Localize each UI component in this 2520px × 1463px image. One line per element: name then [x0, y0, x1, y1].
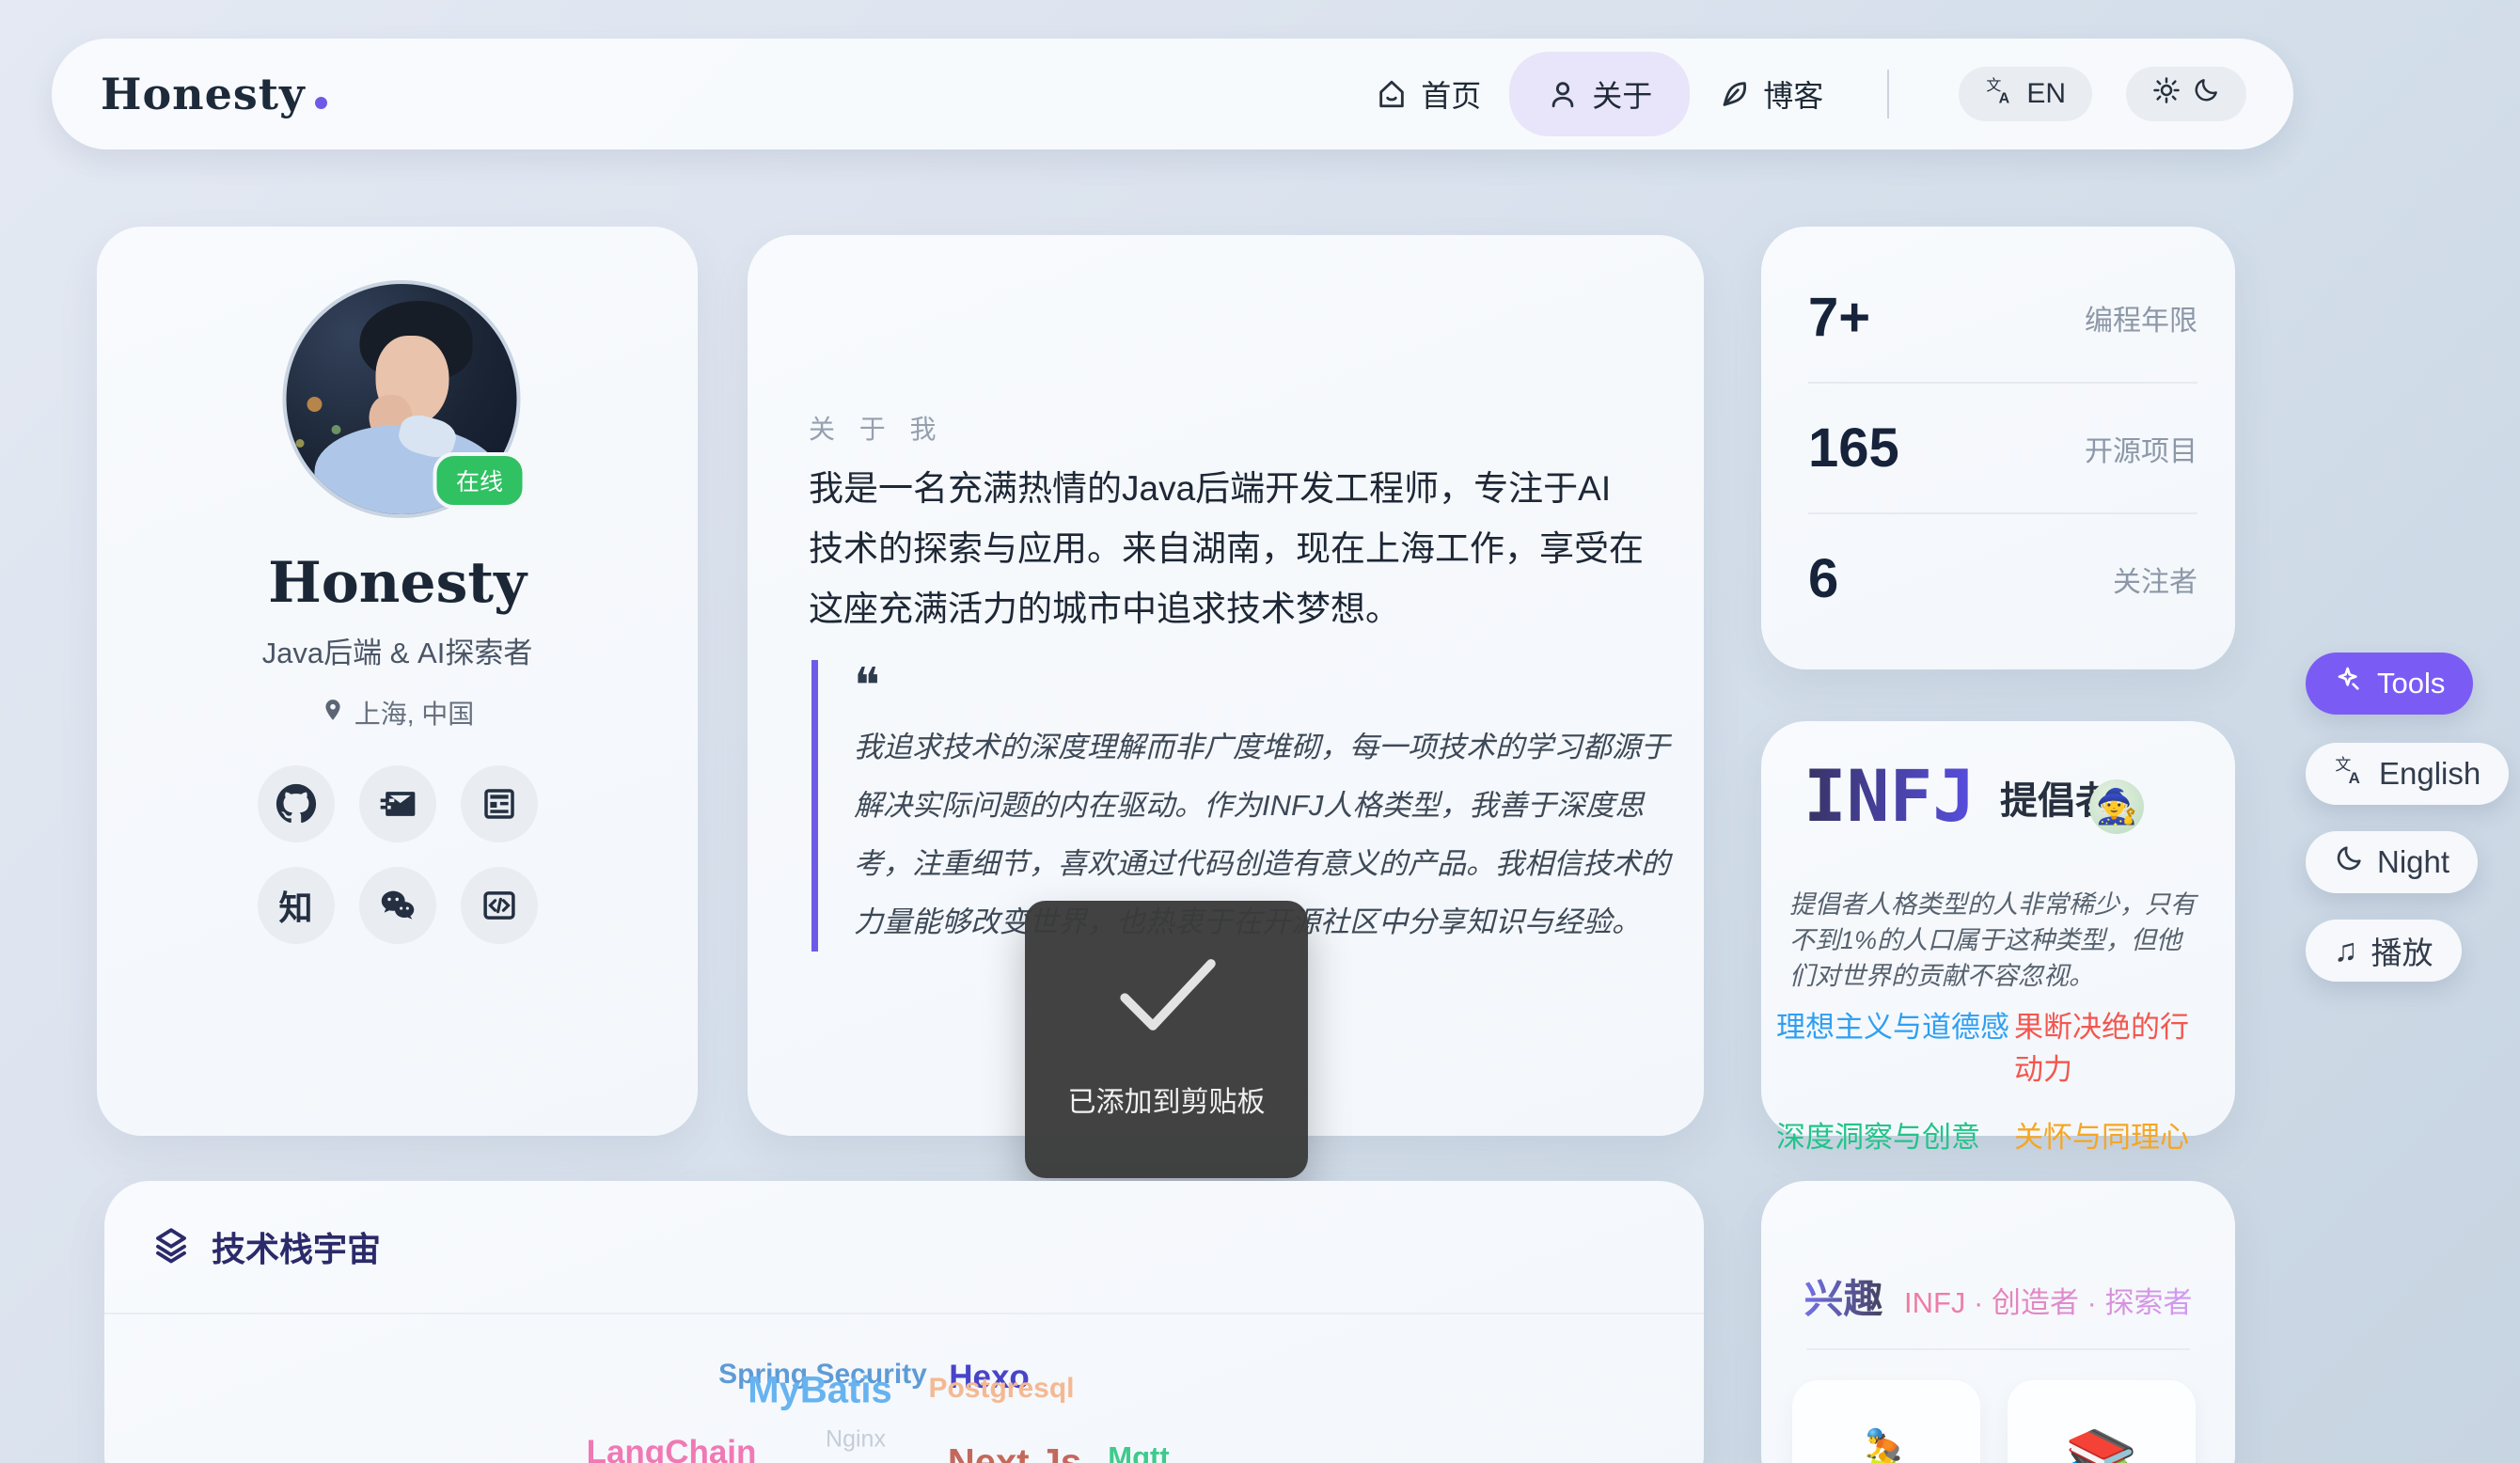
cycling-emoji: 🚴 [1850, 1426, 1922, 1463]
about-heading: 关 于 我 [809, 409, 945, 447]
divider [1806, 1348, 2190, 1350]
mbti-description: 提倡者人格类型的人非常稀少，只有不到1%的人口属于这种类型，但他们对世界的贡献不… [1789, 887, 2201, 994]
nav-divider [1887, 70, 1889, 118]
nav-item-blog[interactable]: 博客 [1690, 54, 1851, 134]
interests-header: 兴趣 INFJ · 创造者 · 探索者 [1761, 1267, 2235, 1325]
profile-name: Honesty [97, 550, 698, 616]
check-icon [1105, 950, 1229, 1040]
stat-label: 关注者 [2113, 558, 2197, 600]
profile-location: 上海, 中国 [97, 694, 698, 732]
sun-icon [2152, 76, 2181, 112]
night-button[interactable]: Night [2306, 831, 2478, 893]
social-links: 知 [258, 765, 538, 944]
stat-label: 开源项目 [2085, 428, 2197, 469]
trait-decisive: 果断决绝的行动力 [2014, 1003, 2209, 1088]
about-paragraph: 我是一名充满热情的Java后端开发工程师，专注于AI技术的探索与应用。来自湖南，… [809, 459, 1646, 639]
github-icon[interactable] [258, 765, 335, 842]
books-emoji: 📚 [2065, 1426, 2137, 1463]
site-logo[interactable]: Honesty [101, 69, 327, 119]
tech-stack-title: 技术栈宇宙 [212, 1222, 381, 1271]
cloud-word[interactable]: Nginx [826, 1426, 886, 1454]
toast-message: 已添加到剪贴板 [1025, 1078, 1308, 1120]
profile-card: 在线 Honesty Java后端 & AI探索者 上海, 中国 知 [97, 227, 698, 1136]
page: Honesty 首页 关于 博客 文A EN [0, 0, 2520, 1463]
status-badge: 在线 [433, 452, 526, 509]
cloud-word[interactable]: LangChain [587, 1434, 757, 1463]
navbar: Honesty 首页 关于 博客 文A EN [52, 39, 2293, 149]
user-icon [1547, 78, 1579, 110]
theme-toggle[interactable] [2126, 67, 2246, 121]
translate-icon: 文A [2334, 754, 2366, 794]
stat-label: 编程年限 [2085, 297, 2197, 338]
stat-row-followers: 6 关注者 [1808, 514, 2197, 643]
nav-menu: 首页 关于 博客 文A EN [1347, 52, 2246, 136]
logo-dot-icon [315, 97, 327, 109]
zhihu-icon[interactable]: 知 [258, 867, 335, 944]
mbti-header: INFJ 提倡者 [1803, 766, 2113, 826]
trait-list: 理想主义与道德感 果断决绝的行动力 深度洞察与创意 关怀与同理心 [1776, 1003, 2209, 1156]
tech-stack-card: 技术栈宇宙 Spring Security MyBatis Hexo Postg… [104, 1181, 1704, 1463]
nav-item-home[interactable]: 首页 [1347, 54, 1509, 134]
trait-idealism: 理想主义与道德感 [1776, 1003, 2014, 1088]
svg-text:A: A [2349, 769, 2360, 786]
stat-value: 7+ [1808, 286, 1870, 349]
books-tile[interactable]: 📚 [2008, 1380, 2196, 1463]
location-pin-icon [321, 698, 345, 729]
interests-card: 兴趣 INFJ · 创造者 · 探索者 🚴 📚 [1761, 1181, 2235, 1463]
stats-card: 7+ 编程年限 165 开源项目 6 关注者 [1761, 227, 2235, 669]
mbti-type: INFJ [1803, 766, 1976, 826]
tools-button[interactable]: Tools [2306, 653, 2473, 715]
nav-item-about[interactable]: 关于 [1509, 52, 1690, 136]
language-toggle[interactable]: 文A EN [1959, 67, 2092, 121]
feather-icon [1718, 78, 1750, 110]
cloud-word[interactable]: MyBatis [748, 1370, 891, 1412]
moon-icon [2192, 76, 2220, 112]
interests-subtitle: INFJ · 创造者 · 探索者 [1904, 1286, 2193, 1319]
wechat-icon[interactable] [359, 867, 436, 944]
quote-mark: ❝ [854, 668, 1681, 705]
cycling-tile[interactable]: 🚴 [1792, 1380, 1980, 1463]
english-button[interactable]: 文A English [2306, 743, 2509, 805]
trait-empathy: 关怀与同理心 [2014, 1113, 2209, 1156]
mbti-card: INFJ 提倡者 🧙 提倡者人格类型的人非常稀少，只有不到1%的人口属于这种类型… [1761, 721, 2235, 1136]
svg-text:A: A [1999, 90, 2010, 105]
email-icon[interactable] [359, 765, 436, 842]
profile-role: Java后端 & AI探索者 [97, 629, 698, 671]
wizard-avatar: 🧙 [2089, 779, 2144, 834]
avatar-wrap: 在线 [282, 280, 512, 511]
cloud-word[interactable]: Mqtt [1108, 1440, 1169, 1463]
blog-icon[interactable] [461, 765, 538, 842]
stat-row-open-source: 165 开源项目 [1808, 384, 2197, 512]
cloud-word[interactable]: Postgresql [928, 1373, 1074, 1405]
music-note-icon: ♫ [2334, 935, 2358, 967]
layers-icon [151, 1225, 191, 1269]
clipboard-toast: 已添加到剪贴板 [1025, 901, 1308, 1178]
stat-value: 6 [1808, 547, 1838, 610]
stat-row-coding-years: 7+ 编程年限 [1808, 253, 2197, 382]
code-icon[interactable] [461, 867, 538, 944]
home-icon [1376, 78, 1408, 110]
sparkle-icon [2334, 665, 2364, 702]
tech-stack-header: 技术栈宇宙 [151, 1222, 381, 1271]
interests-title: 兴趣 [1803, 1277, 1882, 1321]
translate-icon: 文A [1985, 75, 2015, 113]
stat-value: 165 [1808, 417, 1899, 480]
moon-icon [2334, 843, 2364, 881]
tech-word-cloud: Spring Security MyBatis Hexo Postgresql … [104, 1313, 1704, 1463]
cloud-word[interactable]: Next.Js [948, 1442, 1081, 1463]
trait-insight: 深度洞察与创意 [1776, 1113, 2014, 1156]
play-music-button[interactable]: ♫ 播放 [2306, 920, 2462, 982]
